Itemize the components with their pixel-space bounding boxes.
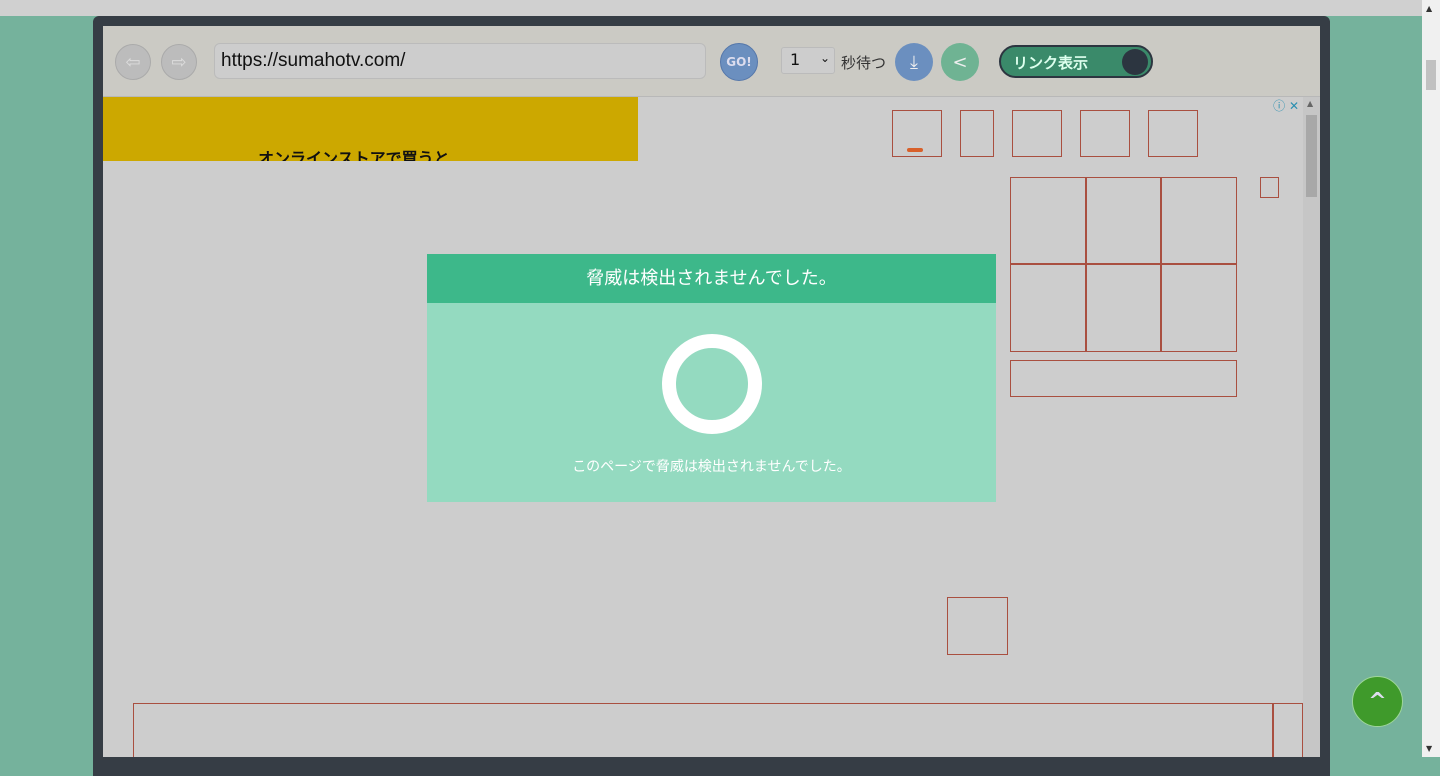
info-icon[interactable]: ⓘ <box>1273 99 1285 113</box>
placeholder-box <box>892 110 942 157</box>
arrow-left-icon: ⇦ <box>125 51 141 73</box>
placeholder-box <box>1012 110 1062 157</box>
placeholder-box <box>1010 360 1237 397</box>
dialog-title: 脅威は検出されませんでした。 <box>427 254 996 303</box>
forward-button[interactable]: ⇨ <box>161 44 197 80</box>
placeholder-box <box>1272 703 1303 757</box>
placeholder-box <box>947 597 1008 655</box>
ad-banner[interactable]: オンラインストアで買うと… <box>103 97 638 161</box>
share-icon: < <box>952 51 968 73</box>
url-input[interactable]: https://sumahotv.com/ <box>214 43 706 79</box>
scroll-up-icon[interactable]: ▲ <box>1426 4 1432 13</box>
back-button[interactable]: ⇦ <box>115 44 151 80</box>
download-button[interactable]: ⤓ <box>895 43 933 81</box>
arrow-right-icon: ⇨ <box>171 51 187 73</box>
page-scrollbar-thumb[interactable] <box>1426 60 1436 90</box>
page-scrollbar[interactable]: ▲ ▼ <box>1422 0 1440 757</box>
dialog-message: このページで脅威は検出されませんでした。 <box>572 459 851 475</box>
toolbar: ⇦ ⇨ https://sumahotv.com/ GO! 1 ⌄ 秒待つ ⤓ <… <box>103 26 1320 97</box>
placeholder-box <box>1160 263 1237 352</box>
placeholder-box <box>1010 263 1087 352</box>
placeholder-box <box>1160 177 1237 265</box>
wait-label: 秒待つ <box>841 54 887 72</box>
scan-result-dialog: 脅威は検出されませんでした。 このページで脅威は検出されませんでした。 <box>427 254 996 502</box>
scroll-down-icon[interactable]: ▼ <box>1426 744 1432 753</box>
toggle-knob <box>1122 49 1148 75</box>
download-icon: ⤓ <box>910 51 918 73</box>
placeholder-box <box>1148 110 1198 157</box>
safe-circle-icon <box>662 334 762 434</box>
scroll-to-top-button[interactable]: ^ <box>1352 676 1403 727</box>
placeholder-box <box>960 110 994 157</box>
placeholder-box <box>1085 263 1162 352</box>
ad-text: オンラインストアで買うと… <box>258 149 466 161</box>
scroll-up-icon[interactable]: ▲ <box>1307 99 1313 108</box>
placeholder-box <box>1010 177 1087 265</box>
content-scrollbar-thumb[interactable] <box>1306 115 1317 197</box>
placeholder-box <box>1080 110 1130 157</box>
wait-seconds-value: 1 <box>790 50 801 69</box>
placeholder-box <box>1260 177 1279 198</box>
close-icon[interactable]: ✕ <box>1289 99 1299 113</box>
wait-seconds-select[interactable]: 1 ⌄ <box>781 47 835 74</box>
link-display-toggle[interactable]: リンク表示 <box>999 45 1153 78</box>
toggle-label: リンク表示 <box>1013 54 1089 72</box>
go-button[interactable]: GO! <box>720 43 758 81</box>
content-scrollbar[interactable]: ▲ <box>1303 97 1320 757</box>
ad-controls[interactable]: ⓘ ✕ <box>1273 97 1299 114</box>
placeholder-box <box>133 703 1274 757</box>
top-strip <box>0 0 1422 16</box>
placeholder-box <box>1085 177 1162 265</box>
share-button[interactable]: < <box>941 43 979 81</box>
chevron-down-icon: ⌄ <box>819 51 830 65</box>
chevron-up-icon: ^ <box>1368 689 1387 714</box>
